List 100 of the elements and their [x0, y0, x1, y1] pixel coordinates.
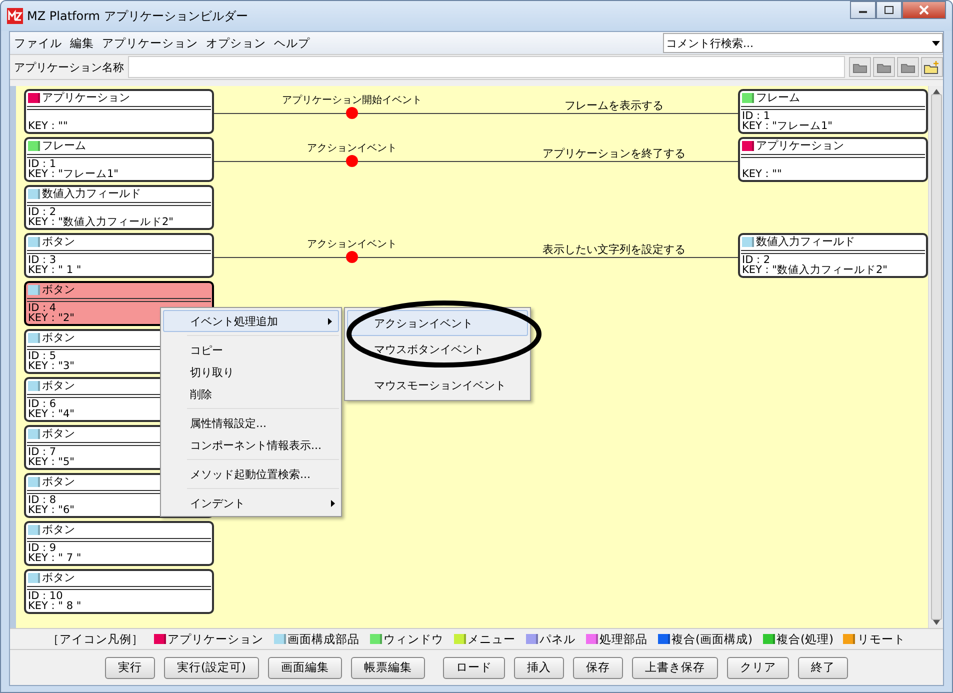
close-icon — [919, 5, 929, 15]
component-id: ID : 2 — [28, 206, 56, 218]
new-folder-button[interactable] — [921, 57, 943, 77]
folder-button[interactable] — [897, 57, 919, 77]
component-key: KEY : " 1 " — [28, 264, 82, 276]
action-button[interactable]: 帳票編集 — [350, 656, 425, 678]
component-name: 数値入力フィールド — [42, 188, 141, 199]
menu-item[interactable]: 編集 — [70, 36, 94, 50]
legend-label: メニュー — [468, 632, 516, 646]
component-key: KEY : "3" — [28, 360, 74, 372]
event-dot[interactable] — [346, 251, 358, 263]
component-name: ボタン — [42, 476, 75, 487]
component-key: KEY : "6" — [28, 504, 74, 516]
action-button[interactable]: 実行 — [105, 656, 155, 678]
component-name: フレーム — [756, 92, 800, 103]
action-button[interactable]: クリア — [726, 656, 789, 678]
component-name: ボタン — [42, 428, 75, 439]
folder-icon — [877, 62, 891, 72]
component-name: ボタン — [42, 284, 75, 295]
action-button[interactable]: 実行(設定可) — [164, 656, 259, 678]
component-key: KEY : "2" — [28, 312, 74, 324]
folder-button[interactable] — [873, 57, 895, 77]
event-dot[interactable] — [346, 107, 358, 119]
action-button[interactable]: 挿入 — [514, 656, 564, 678]
component-id: ID : 8 — [28, 494, 56, 506]
action-button[interactable]: ロード — [442, 656, 505, 678]
minimize-button[interactable] — [850, 1, 876, 19]
component-key: KEY : "数値入力フィールド2" — [28, 216, 174, 228]
component-node[interactable]: 数値入力フィールド ID : 2 KEY : "数値入力フィールド2" — [24, 185, 214, 230]
event-dot[interactable] — [346, 155, 358, 167]
legend-title: ［アイコン凡例］ — [48, 632, 144, 646]
folder-button[interactable] — [849, 57, 871, 77]
component-name: ボタン — [42, 524, 75, 535]
event-label: アクションイベント — [306, 142, 398, 155]
component-node[interactable]: フレーム ID : 1 KEY : "フレーム1" — [24, 137, 214, 182]
maximize-button[interactable] — [876, 1, 902, 19]
component-key: KEY : "フレーム1" — [28, 168, 118, 180]
submenu-item[interactable]: アクションイベント — [347, 310, 528, 336]
app-logo-icon — [7, 8, 23, 24]
comment-search-field[interactable]: コメント行検索... — [663, 33, 943, 53]
component-key: KEY : " 7 " — [28, 552, 82, 564]
target-component-node[interactable]: 数値入力フィールド ID : 2 KEY : "数値入力フィールド2" — [738, 233, 928, 278]
action-button[interactable]: 上書き保存 — [632, 656, 718, 678]
component-id: ID : 1 — [28, 158, 56, 170]
component-name: アプリケーション — [756, 140, 844, 151]
action-button[interactable]: 画面編集 — [268, 656, 342, 678]
folder-icon — [853, 62, 867, 72]
event-label: アプリケーション開始イベント — [281, 94, 423, 107]
submenu-item[interactable]: マウスモーションイベント — [345, 372, 530, 398]
component-key: KEY : "フレーム1" — [742, 120, 832, 132]
vertical-scrollbar[interactable] — [928, 86, 943, 628]
component-key: KEY : " 8 " — [28, 600, 82, 612]
submenu-item[interactable]: マウスボタンイベント — [345, 336, 530, 362]
component-name: アプリケーション — [42, 92, 130, 103]
close-button[interactable] — [902, 1, 946, 19]
context-menu-item[interactable]: イベント処理追加 — [163, 310, 339, 332]
component-node[interactable]: ボタン ID : 9 KEY : " 7 " — [24, 521, 214, 566]
component-key: KEY : "数値入力フィールド2" — [742, 264, 888, 276]
component-key: KEY : "" — [28, 120, 68, 132]
component-id: ID : 10 — [28, 590, 63, 602]
component-id: ID : 7 — [28, 446, 56, 458]
component-id: ID : 6 — [28, 398, 56, 410]
component-key: KEY : "4" — [28, 408, 74, 420]
maximize-icon — [884, 6, 894, 14]
component-node[interactable]: ボタン ID : 10 KEY : " 8 " — [24, 569, 214, 614]
legend-label: 複合(処理) — [776, 632, 834, 646]
component-id: ID : 9 — [28, 542, 56, 554]
app-name-field[interactable] — [128, 56, 845, 78]
target-component-node[interactable]: アプリケーション KEY : "" — [738, 137, 928, 182]
legend-label: 処理部品 — [600, 632, 648, 646]
target-component-node[interactable]: フレーム ID : 1 KEY : "フレーム1" — [738, 89, 928, 134]
legend-label: 複合(画面構成) — [672, 632, 752, 646]
legend-label: パネル — [540, 632, 576, 646]
component-name: 数値入力フィールド — [756, 236, 855, 247]
component-name: ボタン — [42, 332, 75, 343]
component-name: フレーム — [42, 140, 86, 151]
folder-icon — [901, 62, 915, 72]
menu-item[interactable]: オプション — [206, 36, 266, 50]
new-folder-icon — [924, 60, 940, 74]
menu-item[interactable]: ヘルプ — [274, 36, 310, 50]
component-name: ボタン — [42, 236, 75, 247]
app-name-label: アプリケーション名称 — [13, 60, 125, 74]
component-name: ボタン — [42, 572, 75, 583]
component-id: ID : 4 — [28, 302, 56, 314]
menu-item[interactable]: アプリケーション — [102, 36, 198, 50]
action-button[interactable]: 終了 — [798, 656, 848, 678]
submenu-arrow-icon — [331, 500, 335, 506]
component-node[interactable]: ボタン ID : 3 KEY : " 1 " — [24, 233, 214, 278]
submenu-arrow-icon — [328, 318, 332, 324]
legend-label: ウィンドウ — [384, 632, 444, 646]
component-id: ID : 3 — [28, 254, 56, 266]
menu-item[interactable]: ファイル — [14, 36, 62, 50]
component-id: ID : 2 — [742, 254, 770, 266]
component-node[interactable]: アプリケーション KEY : "" — [24, 89, 214, 134]
component-key: KEY : "" — [742, 168, 782, 180]
legend-label: アプリケーション — [168, 632, 264, 646]
component-name: ボタン — [42, 380, 75, 391]
event-label: アクションイベント — [306, 238, 398, 251]
action-button[interactable]: 保存 — [572, 656, 623, 678]
component-id: ID : 1 — [742, 110, 770, 122]
